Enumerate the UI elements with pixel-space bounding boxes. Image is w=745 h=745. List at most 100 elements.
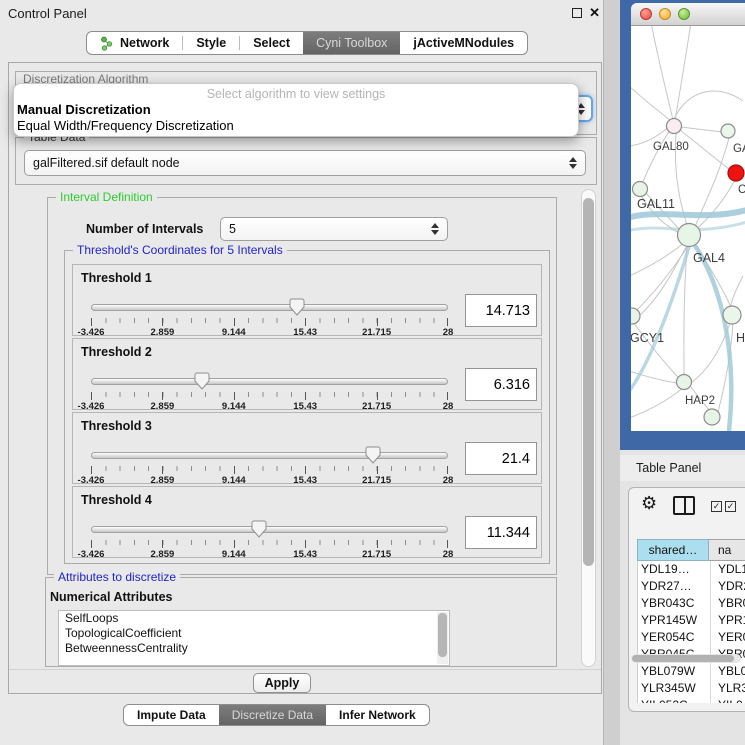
gear-icon[interactable]: ⚙ [641, 493, 657, 514]
threshold-label: Threshold 4 [81, 493, 152, 507]
checkbox-icon[interactable]: ✓ [725, 501, 736, 512]
table-row[interactable]: YDR27…YDR2 [638, 578, 745, 595]
slider-track[interactable] [91, 452, 448, 459]
slider-track[interactable] [91, 378, 448, 385]
threshold-panel: Threshold 3 -3.426 [72, 412, 542, 484]
node-selected-red[interactable] [728, 165, 744, 181]
node-gal4[interactable] [678, 224, 701, 247]
table-row[interactable]: YLR345WYLR3 [638, 680, 745, 697]
table-row[interactable]: YIL052CYIL0 [638, 697, 745, 703]
tab-style[interactable]: Style [183, 32, 239, 54]
table-data-group: Table Data galFiltered.sif default node [15, 137, 597, 185]
tab-label: Network [120, 36, 169, 50]
slider-thumb[interactable] [365, 446, 381, 464]
node-h-partial[interactable] [723, 306, 741, 324]
table-row[interactable]: YBL079WYBL0 [638, 663, 745, 680]
threshold-slider[interactable]: -3.426 2.859 9.144 15.43 21.715 28 [91, 371, 448, 409]
numerical-attributes-list[interactable]: SelfLoops TopologicalCoefficient Between… [58, 610, 450, 666]
threshold-value-field[interactable]: 21.4 [465, 442, 537, 475]
table-row[interactable]: YER054CYER0 [638, 629, 745, 646]
table-horizontal-scrollbar[interactable] [631, 654, 741, 663]
tab-jactivemnodules[interactable]: jActiveMNodules [400, 32, 527, 54]
algorithm-option-equal-width[interactable]: Equal Width/Frequency Discretization [14, 117, 578, 133]
control-panel-window: Control Panel ✕ Network Style [0, 0, 604, 745]
tab-cyni-toolbox[interactable]: Cyni Toolbox [303, 32, 400, 54]
node-label-gal80: GAL80 [653, 141, 689, 153]
node-gcy1[interactable] [631, 308, 640, 324]
threshold-slider[interactable]: -3.426 2.859 9.144 15.43 21.715 28 [91, 445, 448, 483]
network-window-titlebar[interactable] [631, 3, 745, 26]
tab-label: Style [196, 36, 226, 50]
table-row[interactable]: YPR145WYPR1 [638, 612, 745, 629]
combo-arrows-icon [431, 223, 439, 235]
table-data-combobox[interactable]: galFiltered.sif default node [24, 150, 586, 176]
network-window: GAL80 GA C GAL11 GAL4 GCY1 H HAP2 [631, 3, 745, 431]
algorithm-hint-item: Select algorithm to view settings [14, 87, 578, 101]
algorithm-option-manual[interactable]: Manual Discretization [14, 101, 578, 117]
tab-label: Cyni Toolbox [316, 36, 387, 50]
node-hap2[interactable] [677, 375, 692, 390]
node-bottom-partial[interactable] [704, 409, 720, 425]
node-gal11[interactable] [633, 182, 648, 197]
interval-definition-group-title: Interval Definition [56, 190, 157, 204]
tab-infer-network[interactable]: Infer Network [326, 705, 429, 725]
settings-scrollbar-thumb[interactable] [583, 198, 594, 566]
combo-arrows-icon [569, 157, 577, 169]
list-scrollbar[interactable] [437, 612, 448, 664]
node-gal80[interactable] [667, 119, 682, 134]
minimize-traffic-light-icon[interactable] [659, 8, 671, 20]
tab-network[interactable]: Network [87, 32, 182, 54]
list-item[interactable]: TopologicalCoefficient [59, 626, 449, 641]
threshold-value-field[interactable]: 11.344 [465, 516, 537, 549]
tab-label: Discretize Data [232, 708, 313, 722]
slider-thumb[interactable] [194, 372, 210, 390]
node-label-partial-c: C [738, 184, 745, 196]
threshold-slider[interactable]: -3.426 2.859 9.144 15.43 21.715 28 [91, 297, 448, 335]
column-header-shared-name[interactable]: shared… [637, 539, 709, 561]
attributes-group: Attributes to discretize Numerical Attri… [45, 577, 557, 667]
network-graph: GAL80 GA C GAL11 GAL4 GCY1 H HAP2 [631, 26, 745, 431]
zoom-traffic-light-icon[interactable] [678, 8, 690, 20]
network-canvas[interactable]: GAL80 GA C GAL11 GAL4 GCY1 H HAP2 [631, 26, 745, 431]
table-data-selected-value: galFiltered.sif default node [33, 156, 180, 170]
tab-select[interactable]: Select [240, 32, 303, 54]
threshold-value-field[interactable]: 6.316 [465, 368, 537, 401]
slider-track[interactable] [91, 526, 448, 533]
number-of-intervals-value: 5 [229, 222, 236, 236]
tab-label: jActiveMNodules [413, 36, 514, 50]
settings-scrollbar[interactable] [581, 189, 596, 667]
column-layout-icon[interactable] [673, 496, 695, 515]
threshold-panel: Threshold 1 -3.426 [72, 264, 542, 336]
tab-impute-data[interactable]: Impute Data [124, 705, 219, 725]
list-item[interactable]: BetweennessCentrality [59, 641, 449, 656]
close-icon[interactable]: ✕ [589, 5, 600, 21]
tab-label: Select [253, 36, 290, 50]
slider-thumb[interactable] [251, 520, 267, 538]
table-row[interactable]: YBR043CYBR0 [638, 595, 745, 612]
list-item[interactable]: SelfLoops [59, 611, 449, 626]
threshold-value-field[interactable]: 14.713 [465, 294, 537, 327]
number-of-intervals-combobox[interactable]: 5 [220, 217, 448, 241]
apply-button[interactable]: Apply [253, 673, 311, 693]
slider-track[interactable] [91, 304, 448, 311]
column-header-name[interactable]: na [709, 539, 745, 561]
cyni-content-frame: Discretization Algorithm Select algorith… [8, 62, 602, 694]
slider-thumb[interactable] [289, 298, 305, 316]
table-panel-titlebar: Table Panel [620, 455, 745, 481]
threshold-panel: Threshold 2 -3.426 [72, 338, 542, 410]
float-window-icon[interactable] [572, 8, 582, 18]
checkbox-icon[interactable]: ✓ [711, 501, 722, 512]
close-traffic-light-icon[interactable] [640, 8, 652, 20]
panel-title: Control Panel [8, 6, 87, 21]
tab-discretize-data[interactable]: Discretize Data [219, 705, 326, 725]
threshold-slider[interactable]: -3.426 2.859 9.144 15.43 21.715 28 [91, 519, 448, 557]
control-panel-titlebar: Control Panel ✕ [0, 0, 604, 28]
table-body: YDL19…YDL1 YDR27…YDR2 YBR043CYBR0 YPR145… [637, 561, 745, 703]
slider-ticks [91, 318, 448, 327]
node-label-gal4: GAL4 [693, 251, 725, 265]
node-partial-top-right[interactable] [721, 124, 735, 138]
threshold-label: Threshold 1 [81, 271, 152, 285]
interval-definition-group: Interval Definition Number of Intervals … [47, 197, 557, 575]
table-row[interactable]: YDL19…YDL1 [638, 561, 745, 578]
network-icon [100, 36, 114, 51]
